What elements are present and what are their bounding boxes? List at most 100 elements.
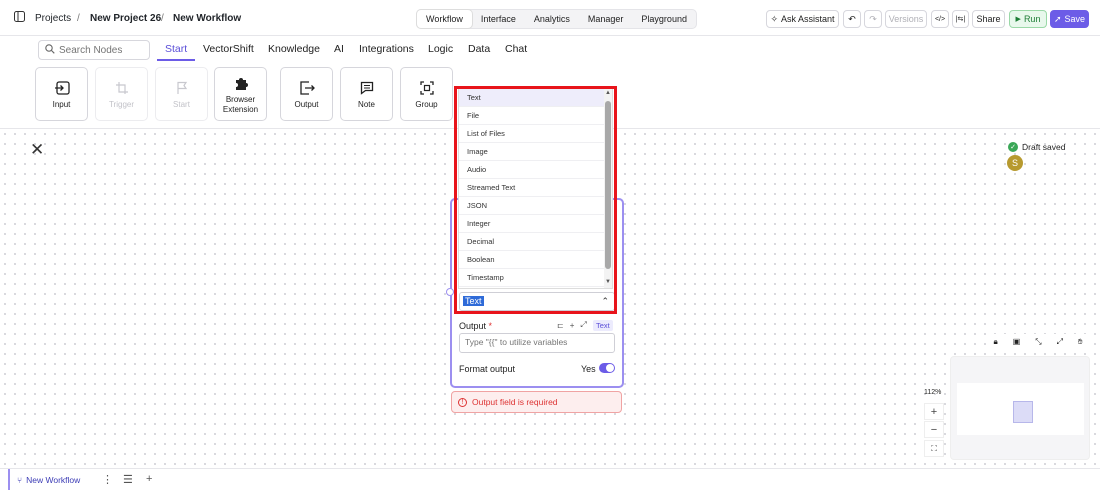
save-label: Save (1064, 14, 1086, 24)
dropdown-option-integer[interactable]: Integer (459, 215, 612, 233)
breadcrumb-project[interactable]: New Project 26 (90, 13, 161, 24)
top-nav: Workflow Interface Analytics Manager Pla… (416, 9, 697, 29)
flag-icon (175, 79, 189, 97)
category-chat[interactable]: Chat (505, 43, 527, 55)
node-tile-start[interactable]: Start (155, 67, 208, 121)
minimap[interactable] (950, 356, 1090, 460)
dropdown-option-boolean[interactable]: Boolean (459, 251, 612, 269)
category-vectorshift[interactable]: VectorShift (203, 43, 254, 55)
branch-icon: ⑂ (17, 475, 23, 485)
expand-icon[interactable]: ⤢ (580, 320, 586, 330)
type-dropdown: Text File List of Files Image Audio Stre… (458, 88, 613, 289)
workflow-tab-label: New Workflow (26, 475, 81, 485)
group-icon (419, 79, 434, 97)
breadcrumb-workflow[interactable]: New Workflow (173, 13, 241, 24)
embed-button[interactable]: |⇆| (952, 10, 969, 28)
hand-icon[interactable]: ✋︎ (1078, 337, 1083, 347)
category-integrations[interactable]: Integrations (359, 43, 414, 55)
node-tile-output[interactable]: Output (280, 67, 333, 121)
category-logic[interactable]: Logic (428, 43, 453, 55)
required-marker: * (486, 321, 493, 331)
check-circle-icon: ✓ (1008, 142, 1018, 152)
ask-assistant-button[interactable]: ✧ Ask Assistant (766, 10, 839, 28)
ask-assistant-label: Ask Assistant (781, 14, 835, 24)
chevron-up-icon: ⌃ (601, 296, 609, 306)
add-tab-icon[interactable]: + (146, 473, 152, 485)
breadcrumb-projects[interactable]: Projects (35, 13, 71, 24)
node-tile-trigger[interactable]: Trigger (95, 67, 148, 121)
dropdown-option-list-of-files[interactable]: List of Files (459, 125, 612, 143)
tab-interface[interactable]: Interface (472, 10, 525, 28)
minimap-viewport (957, 383, 1084, 435)
node-tile-note[interactable]: Note (340, 67, 393, 121)
category-data[interactable]: Data (468, 43, 490, 55)
tile-label: Start (173, 99, 190, 109)
tab-playground[interactable]: Playground (632, 10, 696, 28)
tab-analytics[interactable]: Analytics (525, 10, 579, 28)
workflow-tab[interactable]: ⑂ New Workflow (8, 469, 80, 490)
tab-manager[interactable]: Manager (579, 10, 633, 28)
collapse-icon[interactable]: ⤡ (1035, 337, 1041, 347)
sidebar-toggle-icon[interactable] (14, 11, 25, 25)
code-icon: </> (934, 15, 946, 23)
node-tile-group[interactable]: Group (400, 67, 453, 121)
redo-button[interactable]: ↷ (864, 10, 882, 28)
node-tile-input[interactable]: Input (35, 67, 88, 121)
share-button[interactable]: Share (972, 10, 1005, 28)
dropdown-option-streamed-text[interactable]: Streamed Text (459, 179, 612, 197)
scroll-down-icon[interactable]: ▼ (604, 279, 612, 285)
dropdown-scrollbar[interactable]: ▲ ▼ (604, 89, 612, 288)
close-icon[interactable]: ✕ (30, 141, 44, 158)
output-field-tools: ⊏ + ⤢ (557, 320, 587, 330)
undo-button[interactable]: ↶ (843, 10, 861, 28)
note-icon (360, 79, 374, 97)
versions-button[interactable]: Versions (885, 10, 927, 28)
scroll-up-icon[interactable]: ▲ (604, 90, 612, 96)
dropdown-option-json[interactable]: JSON (459, 197, 612, 215)
type-select[interactable]: Text ⌃ (459, 292, 615, 311)
tile-label: Input (52, 99, 71, 109)
dropdown-option-image[interactable]: Image (459, 143, 612, 161)
image-icon[interactable]: ▣ (1013, 337, 1021, 346)
lock-icon[interactable]: 🔒︎ (993, 337, 997, 347)
dropdown-option-file[interactable]: File (459, 107, 612, 125)
code-button[interactable]: </> (931, 10, 949, 28)
dropdown-scrollbar-thumb[interactable] (605, 101, 611, 269)
save-button[interactable]: ➚ Save (1050, 10, 1089, 28)
input-icon (54, 79, 70, 97)
fit-view-button[interactable]: ⛶ (924, 440, 944, 457)
avatar[interactable]: S (1007, 155, 1023, 171)
category-start[interactable]: Start (165, 43, 187, 55)
undo-icon: ↶ (848, 13, 856, 24)
draft-status-label: Draft saved (1022, 142, 1066, 152)
error-text: Output field is required (472, 397, 558, 407)
tile-label: Browser Extension (223, 95, 258, 115)
category-knowledge[interactable]: Knowledge (268, 43, 320, 55)
minus-icon: − (930, 423, 938, 436)
puzzle-icon (233, 74, 249, 92)
format-output-toggle[interactable] (599, 363, 615, 373)
alert-icon: ! (458, 397, 467, 407)
list-icon[interactable]: ☰ (123, 473, 133, 486)
minimap-node (1013, 401, 1033, 423)
more-options-icon[interactable]: ⋮ (102, 473, 113, 486)
dropdown-option-decimal[interactable]: Decimal (459, 233, 612, 251)
node-tile-browser-extension[interactable]: Browser Extension (214, 67, 267, 121)
search-input[interactable] (59, 44, 139, 56)
tab-workflow[interactable]: Workflow (417, 10, 472, 28)
run-button[interactable]: ▶ Run (1009, 10, 1047, 28)
output-field-input[interactable] (459, 333, 615, 353)
format-output-value: Yes (581, 364, 596, 374)
search-box[interactable] (38, 40, 150, 60)
fullscreen-icon[interactable]: ⤢ (1057, 337, 1063, 347)
run-label: Run (1023, 14, 1041, 24)
add-icon[interactable]: + (570, 321, 575, 330)
zoom-in-button[interactable]: + (924, 403, 944, 420)
category-ai[interactable]: AI (334, 43, 344, 55)
dropdown-option-timestamp[interactable]: Timestamp (459, 269, 612, 287)
node-input-handle[interactable] (446, 288, 454, 296)
dropdown-option-audio[interactable]: Audio (459, 161, 612, 179)
variable-icon[interactable]: ⊏ (557, 321, 564, 330)
zoom-out-button[interactable]: − (924, 421, 944, 438)
dropdown-option-text[interactable]: Text (459, 89, 612, 107)
